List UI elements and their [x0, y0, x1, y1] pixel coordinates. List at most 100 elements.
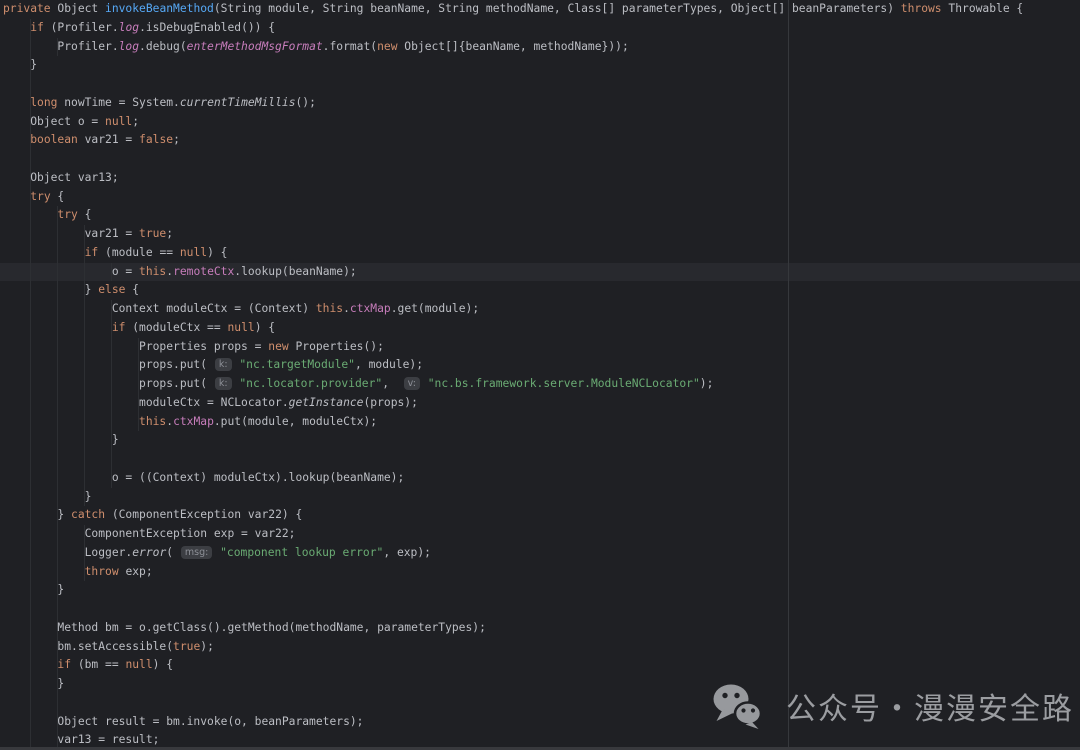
code-token: ctxMap: [173, 415, 214, 428]
code-token: Throwable {: [942, 2, 1024, 15]
code-token: currentTimeMillis: [180, 96, 296, 109]
code-token: throw: [85, 565, 119, 578]
code-line[interactable]: private Object invokeBeanMethod(String m…: [0, 0, 1080, 19]
code-token: null: [125, 658, 152, 671]
code-token: moduleCtx = NCLocator.: [3, 396, 289, 409]
code-token: {: [51, 190, 65, 203]
code-line[interactable]: throw exp;: [0, 563, 1080, 582]
code-token: [3, 565, 85, 578]
code-token: );: [200, 640, 214, 653]
inlay-hint: k:: [215, 377, 232, 390]
code-line[interactable]: } catch (ComponentException var22) {: [0, 506, 1080, 525]
code-token: props.put(: [3, 358, 214, 371]
code-line[interactable]: Object var13;: [0, 169, 1080, 188]
code-token: [3, 21, 30, 34]
code-token: try: [57, 208, 77, 221]
code-line[interactable]: }: [0, 488, 1080, 507]
code-line[interactable]: }: [0, 56, 1080, 75]
code-token: null: [227, 321, 254, 334]
code-token: long: [30, 96, 57, 109]
code-token: }: [3, 283, 98, 296]
code-line[interactable]: }: [0, 581, 1080, 600]
code-line[interactable]: if (moduleCtx == null) {: [0, 319, 1080, 338]
code-token: , exp);: [383, 546, 431, 559]
code-token: (props);: [363, 396, 417, 409]
code-line[interactable]: try {: [0, 206, 1080, 225]
code-area[interactable]: private Object invokeBeanMethod(String m…: [0, 0, 1080, 750]
code-token: .: [343, 302, 350, 315]
code-token: }: [3, 583, 64, 596]
code-line[interactable]: Properties props = new Properties();: [0, 338, 1080, 357]
code-token: new: [377, 40, 397, 53]
code-token: .put(module, moduleCtx);: [214, 415, 377, 428]
code-token: .format(: [323, 40, 377, 53]
code-line[interactable]: props.put( k: "nc.targetModule", module)…: [0, 356, 1080, 375]
code-token: nowTime = System.: [57, 96, 179, 109]
code-token: try: [30, 190, 50, 203]
code-token: if: [85, 246, 99, 259]
code-token: (module ==: [98, 246, 180, 259]
code-line[interactable]: Object o = null;: [0, 113, 1080, 132]
code-token: [3, 658, 57, 671]
code-line[interactable]: var21 = true;: [0, 225, 1080, 244]
code-token: ();: [296, 96, 316, 109]
code-token: [3, 208, 57, 221]
code-token: true: [139, 227, 166, 240]
inlay-hint: msg:: [181, 546, 212, 559]
inlay-hint: v:: [404, 377, 420, 390]
code-token: catch: [71, 508, 105, 521]
code-line[interactable]: [0, 450, 1080, 469]
code-token: {: [125, 283, 139, 296]
code-token: Properties();: [289, 340, 384, 353]
code-line[interactable]: Context moduleCtx = (Context) this.ctxMa…: [0, 300, 1080, 319]
code-line[interactable]: [0, 600, 1080, 619]
code-token: );: [700, 377, 714, 390]
code-token: ) {: [153, 658, 173, 671]
code-line[interactable]: o = ((Context) moduleCtx).lookup(beanNam…: [0, 469, 1080, 488]
code-line[interactable]: } else {: [0, 281, 1080, 300]
code-token: log: [119, 40, 139, 53]
code-token: invokeBeanMethod: [105, 2, 214, 15]
code-token: null: [180, 246, 207, 259]
code-token: var13 = result;: [3, 733, 159, 746]
code-line[interactable]: moduleCtx = NCLocator.getInstance(props)…: [0, 394, 1080, 413]
code-line[interactable]: Method bm = o.getClass().getMethod(metho…: [0, 619, 1080, 638]
code-token: true: [173, 640, 200, 653]
code-line[interactable]: long nowTime = System.currentTimeMillis(…: [0, 94, 1080, 113]
code-token: log: [119, 21, 139, 34]
code-token: if: [112, 321, 126, 334]
code-line[interactable]: Profiler.log.debug(enterMethodMsgFormat.…: [0, 38, 1080, 57]
code-token: bm.setAccessible(: [3, 640, 173, 653]
code-line[interactable]: [0, 75, 1080, 94]
code-token: Object[]{beanName, methodName}));: [398, 40, 629, 53]
code-line[interactable]: bm.setAccessible(true);: [0, 638, 1080, 657]
code-token: "nc.targetModule": [239, 358, 355, 371]
code-token: }: [3, 490, 91, 503]
code-token: [421, 377, 428, 390]
code-token: null: [105, 115, 132, 128]
code-line[interactable]: ComponentException exp = var22;: [0, 525, 1080, 544]
code-line[interactable]: props.put( k: "nc.locator.provider", v: …: [0, 375, 1080, 394]
code-line[interactable]: if (bm == null) {: [0, 656, 1080, 675]
code-token: [3, 415, 139, 428]
code-line[interactable]: try {: [0, 188, 1080, 207]
code-token: ;: [173, 133, 180, 146]
code-token: .isDebugEnabled()) {: [139, 21, 275, 34]
code-token: this: [316, 302, 343, 315]
code-line[interactable]: [0, 150, 1080, 169]
code-line[interactable]: if (Profiler.log.isDebugEnabled()) {: [0, 19, 1080, 38]
code-line[interactable]: this.ctxMap.put(module, moduleCtx);: [0, 413, 1080, 432]
code-line[interactable]: o = this.remoteCtx.lookup(beanName);: [0, 263, 1080, 282]
code-line[interactable]: boolean var21 = false;: [0, 131, 1080, 150]
watermark: 公众号・漫漫安全路: [712, 682, 1074, 730]
code-line[interactable]: Logger.error( msg: "component lookup err…: [0, 544, 1080, 563]
code-token: (: [166, 546, 180, 559]
code-token: (ComponentException var22) {: [105, 508, 302, 521]
code-token: Object: [51, 2, 105, 15]
code-line[interactable]: if (module == null) {: [0, 244, 1080, 263]
code-token: if: [30, 21, 44, 34]
code-token: .lookup(beanName);: [234, 265, 356, 278]
code-line[interactable]: }: [0, 431, 1080, 450]
code-token: [3, 246, 85, 259]
code-token: Logger.: [3, 546, 132, 559]
